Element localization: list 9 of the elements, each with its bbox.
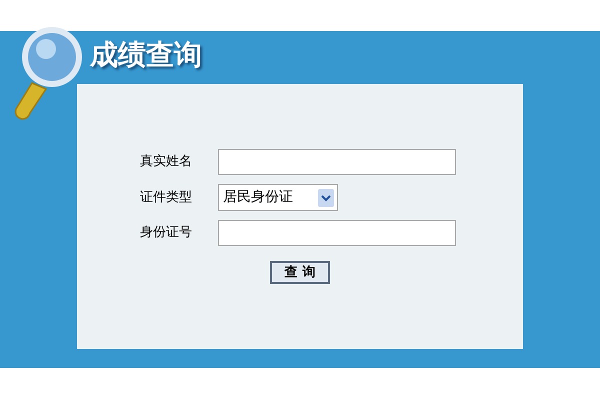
- page-title: 成绩查询: [90, 41, 202, 69]
- input-field[interactable]: [218, 149, 456, 175]
- field-label: 证件类型: [140, 188, 193, 207]
- chevron-down-icon: [318, 188, 334, 206]
- input-field[interactable]: [218, 220, 456, 246]
- search-button[interactable]: 查 询: [270, 261, 330, 284]
- dropdown-field[interactable]: 居民身份证: [218, 184, 338, 211]
- field-label: 真实姓名: [140, 153, 193, 172]
- field-label: 身份证号: [140, 224, 193, 242]
